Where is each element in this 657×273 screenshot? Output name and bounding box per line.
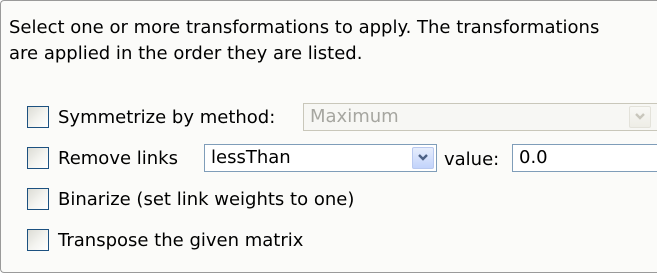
binarize-row: Binarize (set link weights to one) [27,184,354,214]
chevron-down-icon [635,113,645,120]
symmetrize-dropdown-arrow[interactable] [629,106,651,128]
instructions-line-2: are applied in the order they are listed… [9,43,363,64]
remove-links-checkbox[interactable] [27,147,49,169]
transpose-row: Transpose the given matrix [27,225,303,255]
value-label: value: [444,149,500,170]
remove-links-condition-select[interactable]: lessThan [204,144,437,172]
threshold-value-input[interactable]: 0.0 [512,144,657,172]
remove-links-row: Remove links [27,143,178,173]
binarize-label: Binarize (set link weights to one) [58,188,355,210]
symmetrize-label: Symmetrize by method: [58,106,276,128]
symmetrize-method-select[interactable]: Maximum [303,103,657,131]
condition-dropdown-arrow[interactable] [412,147,434,169]
remove-links-condition-value: lessThan [211,147,291,168]
binarize-checkbox[interactable] [27,188,49,210]
symmetrize-checkbox[interactable] [27,106,49,128]
instructions-line-1: Select one or more transformations to ap… [9,17,600,38]
transformations-panel: Select one or more transformations to ap… [0,0,657,273]
chevron-down-icon [418,154,428,161]
remove-links-label: Remove links [58,147,178,169]
transpose-checkbox[interactable] [27,229,49,251]
transpose-label: Transpose the given matrix [58,229,304,251]
symmetrize-row: Symmetrize by method: [27,102,275,132]
instructions-text: Select one or more transformations to ap… [9,15,654,67]
symmetrize-method-value: Maximum [310,106,399,127]
threshold-value-text: 0.0 [519,147,548,168]
